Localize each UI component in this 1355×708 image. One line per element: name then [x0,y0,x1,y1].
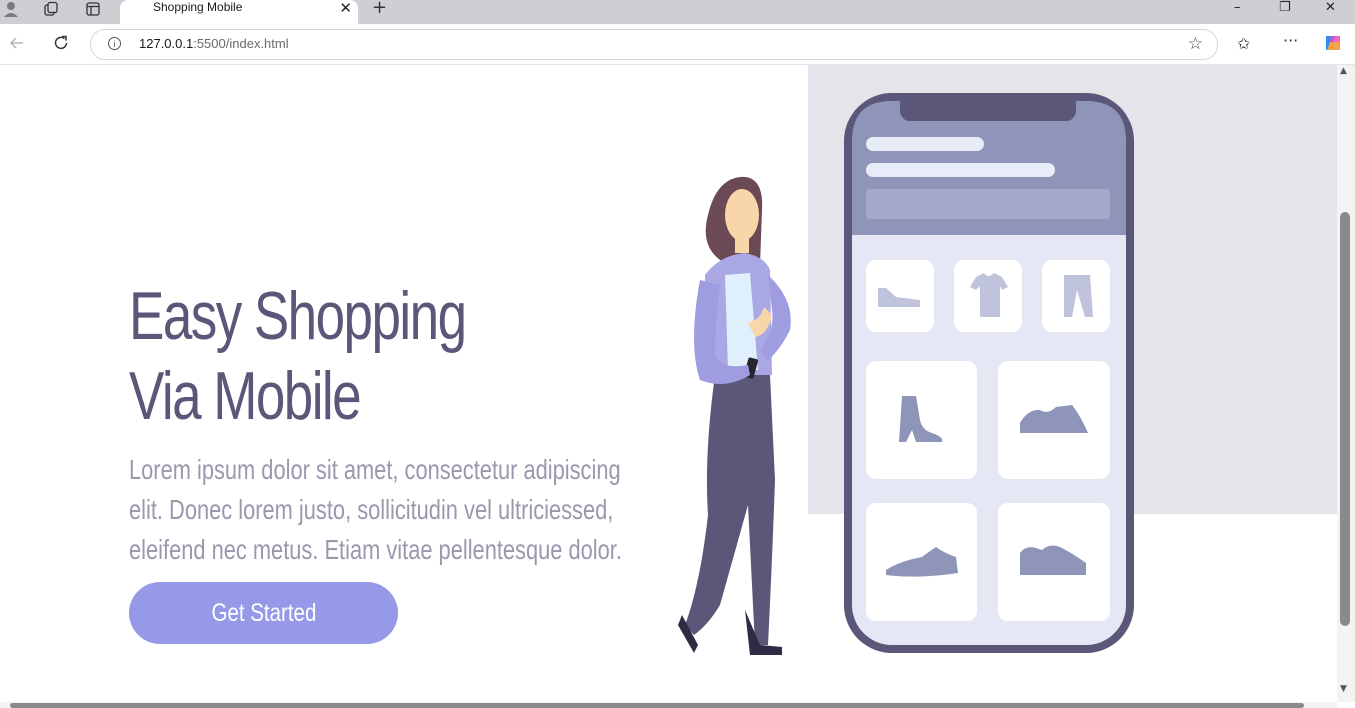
collections-icon[interactable] [42,0,60,18]
favorite-star-icon[interactable]: ☆ [1188,34,1203,54]
page-viewport: Easy Shopping Via Mobile Lorem ipsum dol… [0,65,1337,702]
browser-tab-strip: Shopping Mobile ✕ + – ❐ ✕ [0,0,1355,24]
browser-toolbar: i 127.0.0.1:5500/index.html ☆ ✩ ··· [0,24,1355,65]
shopping-illustration [678,93,1134,655]
address-text[interactable]: 127.0.0.1:5500/index.html [139,36,289,51]
minimize-icon[interactable]: – [1234,0,1241,16]
site-info-icon[interactable]: i [108,37,121,50]
more-menu-icon[interactable]: ··· [1283,31,1298,50]
get-started-button[interactable]: Get Started [129,582,398,644]
tab-close-icon[interactable]: ✕ [339,0,352,17]
new-tab-icon[interactable]: + [372,0,387,18]
vertical-tabs-icon[interactable] [84,0,102,18]
hero-description: Lorem ipsum dolor sit amet, consectetur … [129,454,622,565]
hero-headline: Easy Shopping Via Mobile [129,278,467,434]
phone-mockup [844,93,1134,653]
address-bar[interactable]: i 127.0.0.1:5500/index.html ☆ [90,29,1218,60]
copilot-icon[interactable] [1322,32,1344,58]
back-icon[interactable] [6,32,28,54]
horizontal-scroll-thumb[interactable] [10,703,1304,708]
favorites-icon[interactable]: ✩ [1237,34,1250,53]
profile-icon[interactable] [2,0,20,18]
reload-icon[interactable] [50,32,72,54]
restore-icon[interactable]: ❐ [1279,0,1291,16]
window-close-icon[interactable]: ✕ [1325,0,1336,16]
active-tab[interactable]: Shopping Mobile ✕ [120,0,358,24]
tab-title: Shopping Mobile [153,0,243,14]
vertical-scroll-thumb[interactable] [1340,212,1350,626]
scroll-down-icon[interactable]: ▼ [1340,684,1347,694]
scroll-up-icon[interactable]: ▲ [1340,66,1347,76]
woman-figure [678,176,791,655]
